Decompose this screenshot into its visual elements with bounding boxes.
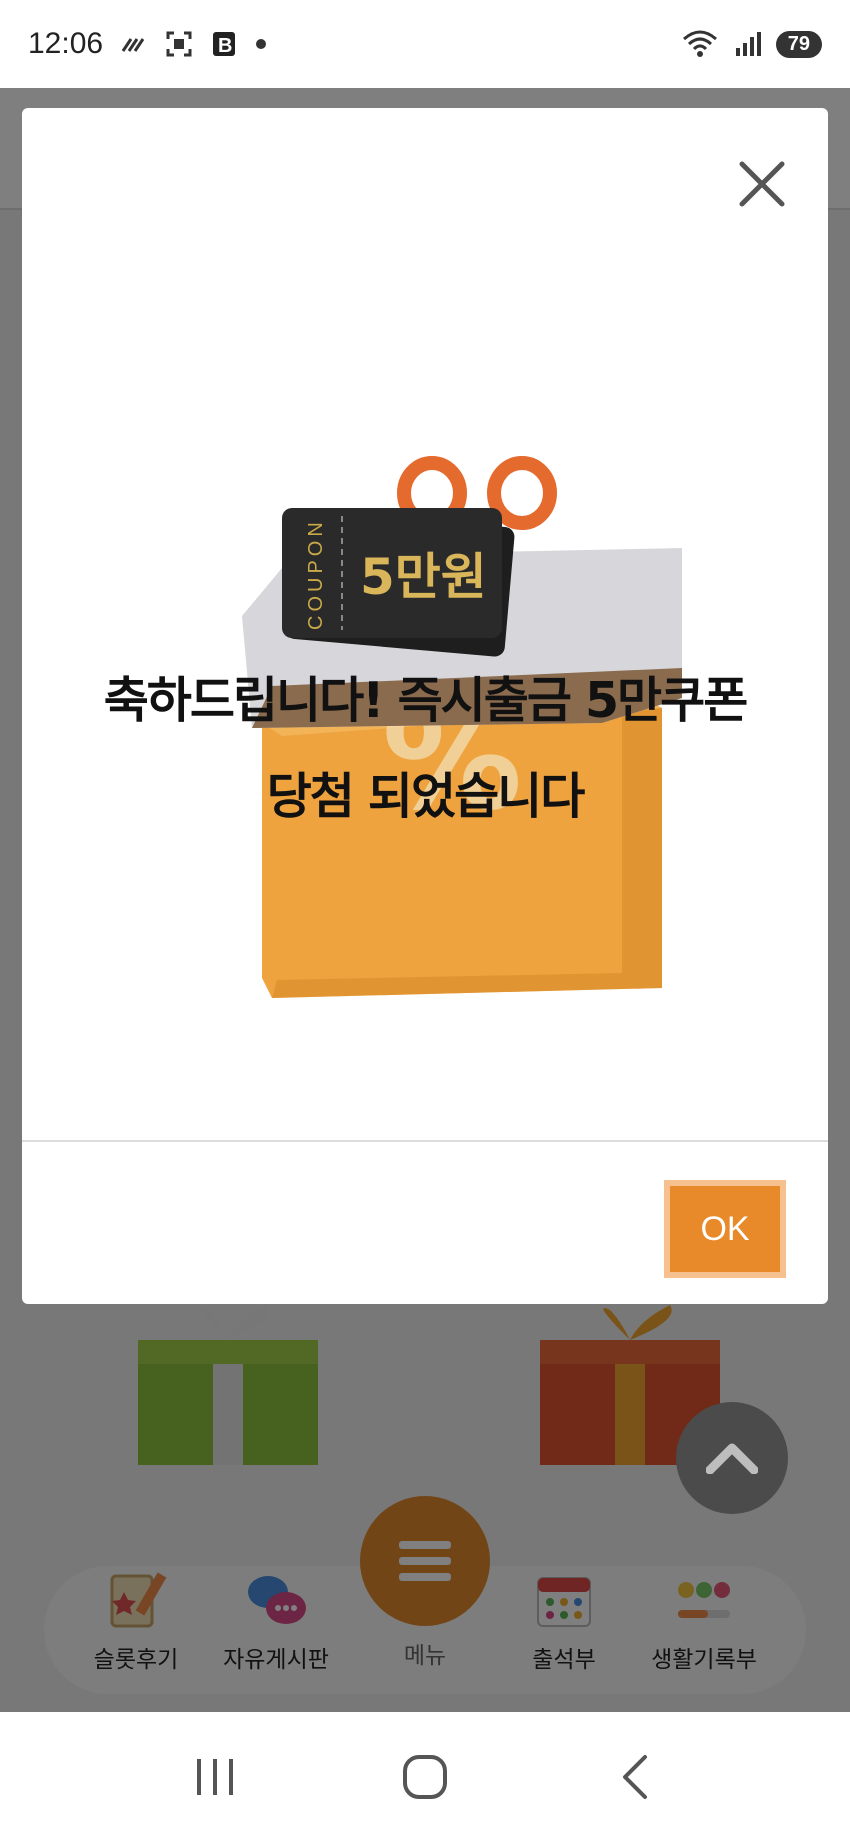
signal-icon: [734, 30, 764, 58]
coupon-ticket: COUPON 5만원: [282, 508, 515, 657]
notification-dot-icon: [255, 38, 267, 50]
recent-apps-button[interactable]: [175, 1737, 255, 1817]
scroll-to-top-button[interactable]: [676, 1402, 788, 1514]
recents-icon: [197, 1759, 233, 1795]
home-icon: [403, 1755, 447, 1799]
status-bar: 12:06 B 79: [0, 0, 850, 88]
page-content: 슬롯후기 자유게시판 메뉴 출석부 생활기록부: [0, 88, 850, 1712]
coupon-modal: % COUPON 5만원 축하드립니다! 즉시출금 5만쿠폰 당첨 되었습니다 …: [22, 108, 828, 1304]
ok-button[interactable]: OK: [664, 1180, 786, 1278]
home-button[interactable]: [385, 1737, 465, 1817]
modal-divider: [22, 1140, 828, 1142]
back-chevron-icon: [623, 1755, 647, 1799]
screenshot-icon: [165, 30, 193, 58]
modal-message: 축하드립니다! 즉시출금 5만쿠폰 당첨 되었습니다: [22, 653, 828, 845]
status-right: 79: [682, 29, 822, 59]
svg-text:B: B: [218, 35, 232, 57]
message-line-2: 당첨 되었습니다: [266, 768, 586, 825]
system-nav-bar: [0, 1712, 850, 1842]
close-button[interactable]: [736, 158, 788, 210]
status-left: 12:06 B: [28, 27, 267, 61]
clock: 12:06: [28, 27, 104, 60]
close-icon: [739, 161, 785, 207]
back-button[interactable]: [595, 1737, 675, 1817]
wifi-icon: [682, 29, 722, 59]
data-saver-icon: [121, 33, 147, 55]
coupon-side-label: COUPON: [305, 518, 327, 630]
message-line-1: 축하드립니다! 즉시출금 5만쿠폰: [103, 672, 749, 729]
battery-level: 79: [775, 30, 822, 58]
b-app-icon: B: [211, 30, 237, 58]
chevron-up-icon: [706, 1443, 758, 1474]
coupon-amount: 5만원: [360, 548, 487, 606]
